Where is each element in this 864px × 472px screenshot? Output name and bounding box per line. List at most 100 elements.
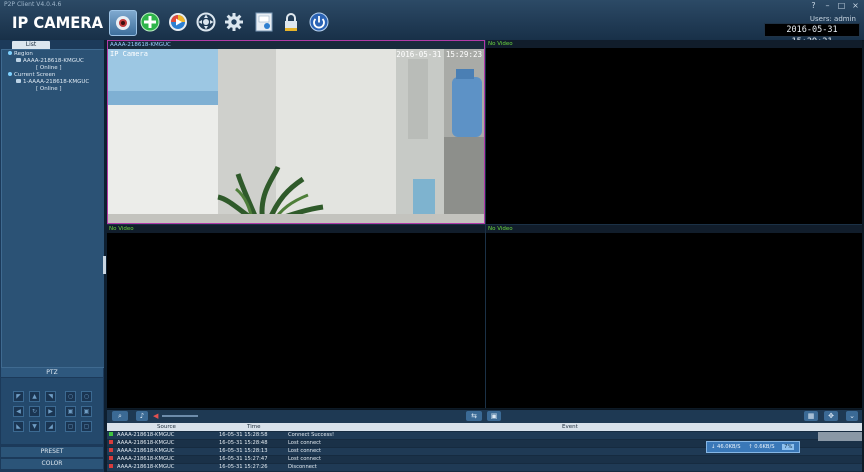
ptz-left-button[interactable]: ◀ bbox=[13, 406, 24, 417]
collapse-icon[interactable]: ⌄ bbox=[846, 411, 858, 421]
tree-current-screen[interactable]: Current Screen bbox=[8, 72, 55, 78]
log-source: AAAA-218618-KMGUC bbox=[117, 432, 175, 438]
video-pane-3[interactable]: No Video bbox=[107, 225, 485, 408]
close-button[interactable]: × bbox=[850, 1, 861, 10]
tree-device-status: [ Online ] bbox=[36, 65, 62, 71]
settings-icon[interactable] bbox=[223, 11, 245, 33]
preset-button[interactable]: PRESET bbox=[1, 447, 103, 457]
zoom-out-button[interactable]: ○ bbox=[81, 391, 92, 402]
status-indicator-icon bbox=[109, 440, 113, 444]
ptz-control-icon[interactable] bbox=[195, 11, 217, 33]
log-row[interactable]: AAAA-218618-KMGUC 16-05-31 15:28:58 Connec… bbox=[107, 432, 862, 439]
video-pane-2[interactable]: No Video bbox=[486, 40, 862, 224]
log-row[interactable]: AAAA-218618-KMGUC 16-05-31 15:27:26 Discon… bbox=[107, 464, 862, 471]
status-indicator-icon bbox=[109, 456, 113, 460]
search-icon[interactable]: ⌕ bbox=[112, 411, 128, 421]
log-controls[interactable] bbox=[818, 432, 862, 441]
osd-camera-name: IP Camera bbox=[110, 50, 148, 58]
upload-rate: 0.6KB/S bbox=[754, 444, 775, 450]
log-time: 16-05-31 15:28:58 bbox=[219, 432, 268, 438]
tab-list[interactable]: List bbox=[12, 41, 50, 49]
download-rate: 46.0KB/S bbox=[717, 444, 741, 450]
minimize-button[interactable]: – bbox=[822, 1, 833, 10]
video-pane-1[interactable]: AAAA-218618-KMGUC IP Camera 2016-05-31 1… bbox=[107, 40, 485, 224]
iris-close-button[interactable]: ▢ bbox=[81, 421, 92, 432]
col-source: Source bbox=[157, 424, 176, 430]
record-icon[interactable]: ⇆ bbox=[466, 411, 482, 421]
ptz-up-right-button[interactable]: ◥ bbox=[45, 391, 56, 402]
fullscreen-icon[interactable]: ✥ bbox=[824, 411, 838, 421]
users-label: Users: admin bbox=[809, 15, 856, 23]
pane-3-status: No Video bbox=[107, 225, 485, 233]
log-source: AAAA-218618-KMGUC bbox=[117, 448, 175, 454]
system-clock: 2016-05-31 15:29:21 bbox=[764, 23, 860, 47]
lock-icon[interactable] bbox=[280, 11, 302, 33]
talk-icon[interactable]: ♪ bbox=[136, 411, 148, 421]
download-icon: ↓ bbox=[711, 444, 716, 450]
app-title: P2P Client V4.0.4.6 bbox=[4, 1, 62, 8]
volume-icon[interactable]: ◀ bbox=[153, 412, 158, 420]
upload-icon: ↑ bbox=[748, 444, 753, 450]
iris-open-button[interactable]: ▢ bbox=[65, 421, 76, 432]
tree-region[interactable]: Region bbox=[8, 51, 33, 57]
tree-region-label: Region bbox=[14, 51, 33, 57]
ptz-right-button[interactable]: ▶ bbox=[45, 406, 56, 417]
camera-device-icon bbox=[16, 58, 21, 62]
video-pane-4[interactable]: No Video bbox=[486, 225, 862, 408]
zoom-in-button[interactable]: ○ bbox=[65, 391, 76, 402]
col-event: Event bbox=[562, 424, 578, 430]
event-log-header: Source Time Event bbox=[107, 423, 862, 431]
pane-1-title: AAAA-218618-KMGUC bbox=[108, 41, 484, 49]
add-icon[interactable] bbox=[139, 11, 161, 33]
log-source: AAAA-218618-KMGUC bbox=[117, 464, 175, 470]
log-event: Lost connect bbox=[288, 448, 322, 454]
ptz-down-button[interactable]: ▼ bbox=[29, 421, 40, 432]
tree-device[interactable]: AAAA-218618-KMGUC bbox=[16, 58, 84, 64]
camera-device-icon bbox=[16, 79, 21, 83]
log-source: AAAA-218618-KMGUC bbox=[117, 440, 175, 446]
bottom-toolbar bbox=[107, 409, 862, 424]
tree-current-device[interactable]: 1-AAAA-218618-KMGUC bbox=[16, 79, 89, 85]
layout-grid-icon[interactable]: ▦ bbox=[804, 411, 818, 421]
group-icon bbox=[8, 51, 12, 55]
network-status: ↓ 46.0KB/S ↑ 0.6KB/S 7% bbox=[706, 441, 800, 453]
maximize-button[interactable]: □ bbox=[836, 1, 847, 10]
tree-current-device-label: 1-AAAA-218618-KMGUC bbox=[23, 79, 90, 85]
volume-slider[interactable] bbox=[162, 415, 198, 417]
ptz-up-left-button[interactable]: ◤ bbox=[13, 391, 24, 402]
cpu-usage: 7% bbox=[782, 444, 795, 450]
camera-icon[interactable] bbox=[109, 10, 137, 36]
save-icon[interactable] bbox=[253, 11, 275, 33]
power-icon[interactable] bbox=[308, 11, 330, 33]
color-button[interactable]: COLOR bbox=[1, 459, 103, 469]
playback-icon[interactable] bbox=[167, 11, 189, 33]
pane-4-status: No Video bbox=[486, 225, 862, 233]
col-time: Time bbox=[247, 424, 261, 430]
log-event: Lost connect bbox=[288, 456, 322, 462]
splitter-handle[interactable] bbox=[103, 256, 106, 274]
log-event: Lost connect bbox=[288, 440, 322, 446]
camera-feed: IP Camera 2016-05-31 15:29:23 bbox=[108, 49, 484, 223]
group-icon bbox=[8, 72, 12, 76]
device-tree: Region AAAA-218618-KMGUC [ Online ] Curr… bbox=[1, 49, 105, 368]
ptz-auto-button[interactable]: ↻ bbox=[29, 406, 40, 417]
log-time: 16-05-31 15:28:48 bbox=[219, 440, 268, 446]
help-button[interactable]: ? bbox=[808, 1, 819, 10]
tree-current-label: Current Screen bbox=[14, 72, 56, 78]
pane-2-status: No Video bbox=[486, 40, 862, 48]
osd-timestamp: 2016-05-31 15:29:23 bbox=[396, 50, 482, 59]
focus-far-button[interactable]: ▣ bbox=[81, 406, 92, 417]
ptz-panel: ◤ ▲ ◥ ◀ ↻ ▶ ◣ ▼ ◢ ○ ○ ▣ ▣ ▢ ▢ bbox=[1, 378, 103, 444]
ptz-up-button[interactable]: ▲ bbox=[29, 391, 40, 402]
tree-device-label: AAAA-218618-KMGUC bbox=[23, 58, 84, 64]
log-row[interactable]: AAAA-218618-KMGUC 16-05-31 15:27:47 Lost c… bbox=[107, 456, 862, 463]
tree-current-status: [ Online ] bbox=[36, 86, 62, 92]
log-event: Disconnect bbox=[288, 464, 317, 470]
snapshot-icon[interactable]: ▣ bbox=[487, 411, 501, 421]
ptz-header[interactable]: PTZ bbox=[1, 368, 103, 377]
ptz-down-right-button[interactable]: ◢ bbox=[45, 421, 56, 432]
log-time: 16-05-31 15:27:47 bbox=[219, 456, 268, 462]
log-time: 16-05-31 15:28:13 bbox=[219, 448, 268, 454]
focus-near-button[interactable]: ▣ bbox=[65, 406, 76, 417]
ptz-down-left-button[interactable]: ◣ bbox=[13, 421, 24, 432]
